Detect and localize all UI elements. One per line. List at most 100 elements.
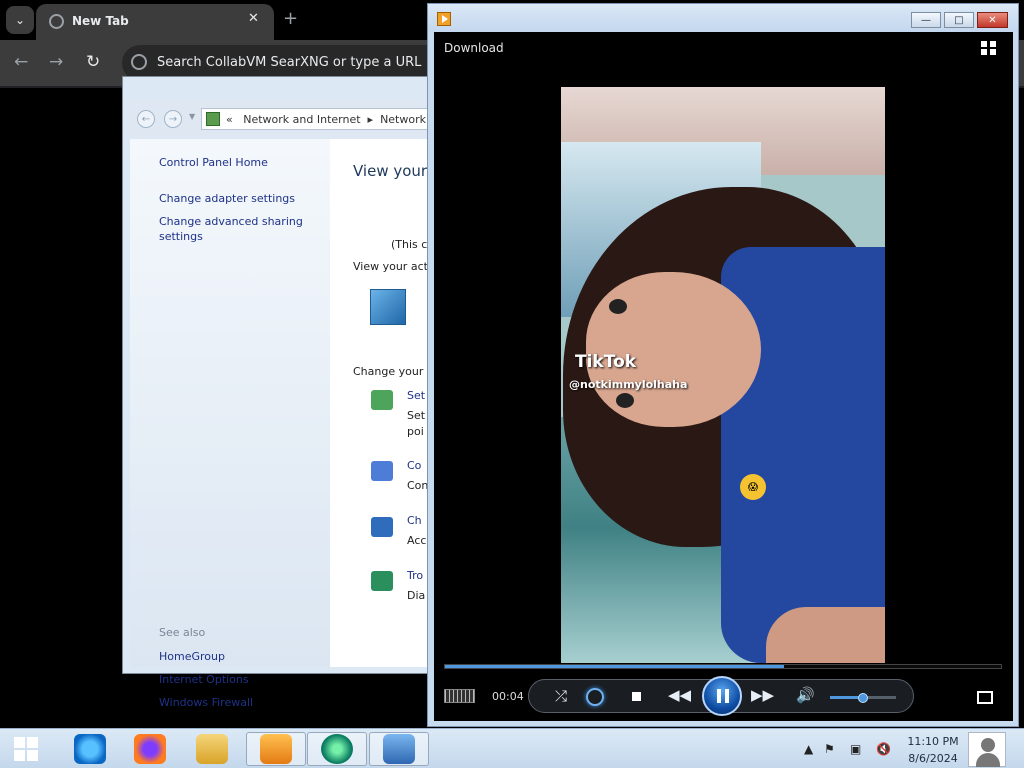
tiktok-logo: TikTok <box>575 352 637 372</box>
choose-homegroup-description: Acc <box>407 534 427 547</box>
new-tab-icon <box>49 14 64 29</box>
homegroup-link[interactable]: HomeGroup <box>159 649 225 664</box>
connect-network-icon <box>371 461 393 481</box>
shocked-emoji-icon: 😱 <box>740 474 766 500</box>
setup-connection-icon <box>371 390 393 410</box>
tab-close-icon[interactable]: ✕ <box>248 11 259 26</box>
video-subject-face <box>586 272 761 427</box>
breadcrumb-network-and-internet[interactable]: Network and Internet <box>243 113 360 126</box>
shuffle-icon[interactable]: ⤮ <box>555 687 567 705</box>
action-center-flag-icon[interactable]: ⚑ <box>824 742 835 756</box>
download-label[interactable]: Download <box>444 41 504 55</box>
troubleshoot-link[interactable]: Tro <box>407 569 423 582</box>
forward-button[interactable]: → <box>49 52 63 72</box>
control-panel-navigation: ← → ▼ « Network and Internet ▸ Network a <box>123 101 436 137</box>
next-button[interactable]: ▶▶ <box>751 686 774 704</box>
edge-taskbar-button[interactable] <box>307 732 367 766</box>
tab-new-tab[interactable]: New Tab ✕ <box>36 4 274 40</box>
user-avatar-icon[interactable] <box>968 732 1006 767</box>
file-explorer-taskbar-button[interactable] <box>182 732 242 766</box>
transport-controls: ⤮ ◀◀ ▶▶ 🔊 <box>528 676 914 716</box>
internet-options-link[interactable]: Internet Options <box>159 672 249 687</box>
video-eye-icon <box>609 299 627 314</box>
resize-grip-icon[interactable] <box>444 689 475 703</box>
network-icon <box>370 289 406 325</box>
media-player-icon <box>437 12 451 26</box>
internet-explorer-taskbar-button[interactable] <box>60 732 120 766</box>
pause-button[interactable] <box>702 676 742 716</box>
stop-button[interactable] <box>632 692 641 701</box>
setup-connection-description: Set <box>407 409 426 422</box>
breadcrumb-separator: ▸ <box>367 113 374 126</box>
show-hidden-icons-icon[interactable]: ▲ <box>804 742 813 756</box>
setup-connection-description-line: poi <box>407 425 424 438</box>
media-player-taskbar-button[interactable] <box>246 732 306 766</box>
tab-title: New Tab <box>72 14 129 28</box>
windows-firewall-link[interactable]: Windows Firewall <box>159 695 253 710</box>
forward-button[interactable]: → <box>164 110 182 128</box>
control-panel-address-bar[interactable]: « Network and Internet ▸ Network a <box>201 108 436 130</box>
volume-muted-icon[interactable]: 🔇 <box>876 742 891 756</box>
firefox-taskbar-button[interactable] <box>120 732 180 766</box>
tab-search-button[interactable]: ⌄ <box>6 6 34 34</box>
troubleshoot-description: Dia <box>407 589 426 602</box>
back-button[interactable]: ← <box>14 52 28 72</box>
repeat-icon[interactable] <box>586 688 604 706</box>
tiktok-handle: @notkimmylolhaha <box>569 378 688 391</box>
clock-time: 11:10 PM <box>907 735 959 748</box>
homegroup-icon <box>371 517 393 537</box>
breadcrumb-overflow[interactable]: « <box>226 113 233 126</box>
change-adapter-settings-link[interactable]: Change adapter settings <box>159 191 295 206</box>
volume-icon[interactable]: 🔊 <box>796 686 815 704</box>
desktop: ⌄ New Tab ✕ + ← → ↻ Search CollabVM Sear… <box>0 0 1024 768</box>
reload-button[interactable]: ↻ <box>86 52 100 72</box>
control-panel-sidebar: Control Panel Home Change adapter settin… <box>130 139 330 709</box>
control-panel-window: ← → ▼ « Network and Internet ▸ Network a… <box>122 76 436 709</box>
folder-icon <box>196 734 228 764</box>
connect-network-description: Con <box>407 479 429 492</box>
network-icon <box>206 112 220 126</box>
seek-progress <box>445 665 785 668</box>
full-screen-icon[interactable] <box>977 691 993 704</box>
video-frame[interactable]: TikTok @notkimmylolhaha 😱 <box>561 87 885 663</box>
internet-explorer-icon <box>74 734 106 764</box>
maximize-button[interactable]: □ <box>944 12 974 28</box>
active-networks-heading: View your acti <box>353 260 431 273</box>
volume-slider[interactable] <box>830 693 896 703</box>
partial-status-text: (This c <box>391 238 428 251</box>
change-sharing-settings-link[interactable]: Change advanced sharing settings <box>159 214 304 244</box>
address-placeholder: Search CollabVM SearXNG or type a URL <box>157 55 422 70</box>
control-panel-home-link[interactable]: Control Panel Home <box>159 155 268 170</box>
setup-connection-link[interactable]: Set <box>407 389 425 402</box>
breadcrumb: « Network and Internet ▸ Network a <box>226 113 436 126</box>
page-title: View your <box>353 162 428 180</box>
start-button[interactable] <box>14 737 39 762</box>
network-status-icon[interactable]: ▣ <box>850 742 861 756</box>
change-networking-heading: Change your <box>353 365 424 378</box>
new-tab-button[interactable]: + <box>283 8 298 29</box>
troubleshoot-icon <box>371 571 393 591</box>
video-subject-arm <box>766 607 885 663</box>
recent-pages-dropdown-icon[interactable]: ▼ <box>189 112 195 121</box>
playback-time: 00:04 <box>492 690 524 703</box>
media-player-icon <box>260 734 292 764</box>
volume-knob[interactable] <box>858 693 868 703</box>
clock-date: 8/6/2024 <box>908 752 958 765</box>
media-player-body: Download TikTok @notkimmylolhaha 😱 00:04… <box>434 32 1013 721</box>
video-eye-icon <box>616 393 634 408</box>
connect-network-link[interactable]: Co <box>407 459 421 472</box>
media-player-window: — □ ✕ Download TikTok @notkimmylolhaha 😱… <box>427 3 1019 727</box>
choose-homegroup-link[interactable]: Ch <box>407 514 422 527</box>
back-button[interactable]: ← <box>137 110 155 128</box>
control-panel-taskbar-button[interactable] <box>369 732 429 766</box>
search-engine-icon <box>131 54 147 70</box>
control-panel-main: View your (This c View your acti Change … <box>330 139 433 667</box>
firefox-icon <box>134 734 166 764</box>
taskbar-clock[interactable]: 11:10 PM 8/6/2024 <box>906 733 960 767</box>
media-player-titlebar: — □ ✕ <box>428 4 1018 32</box>
seek-bar[interactable] <box>444 664 1002 669</box>
switch-to-library-icon[interactable] <box>981 41 999 56</box>
previous-button[interactable]: ◀◀ <box>668 686 691 704</box>
close-button[interactable]: ✕ <box>977 12 1008 28</box>
minimize-button[interactable]: — <box>911 12 941 28</box>
